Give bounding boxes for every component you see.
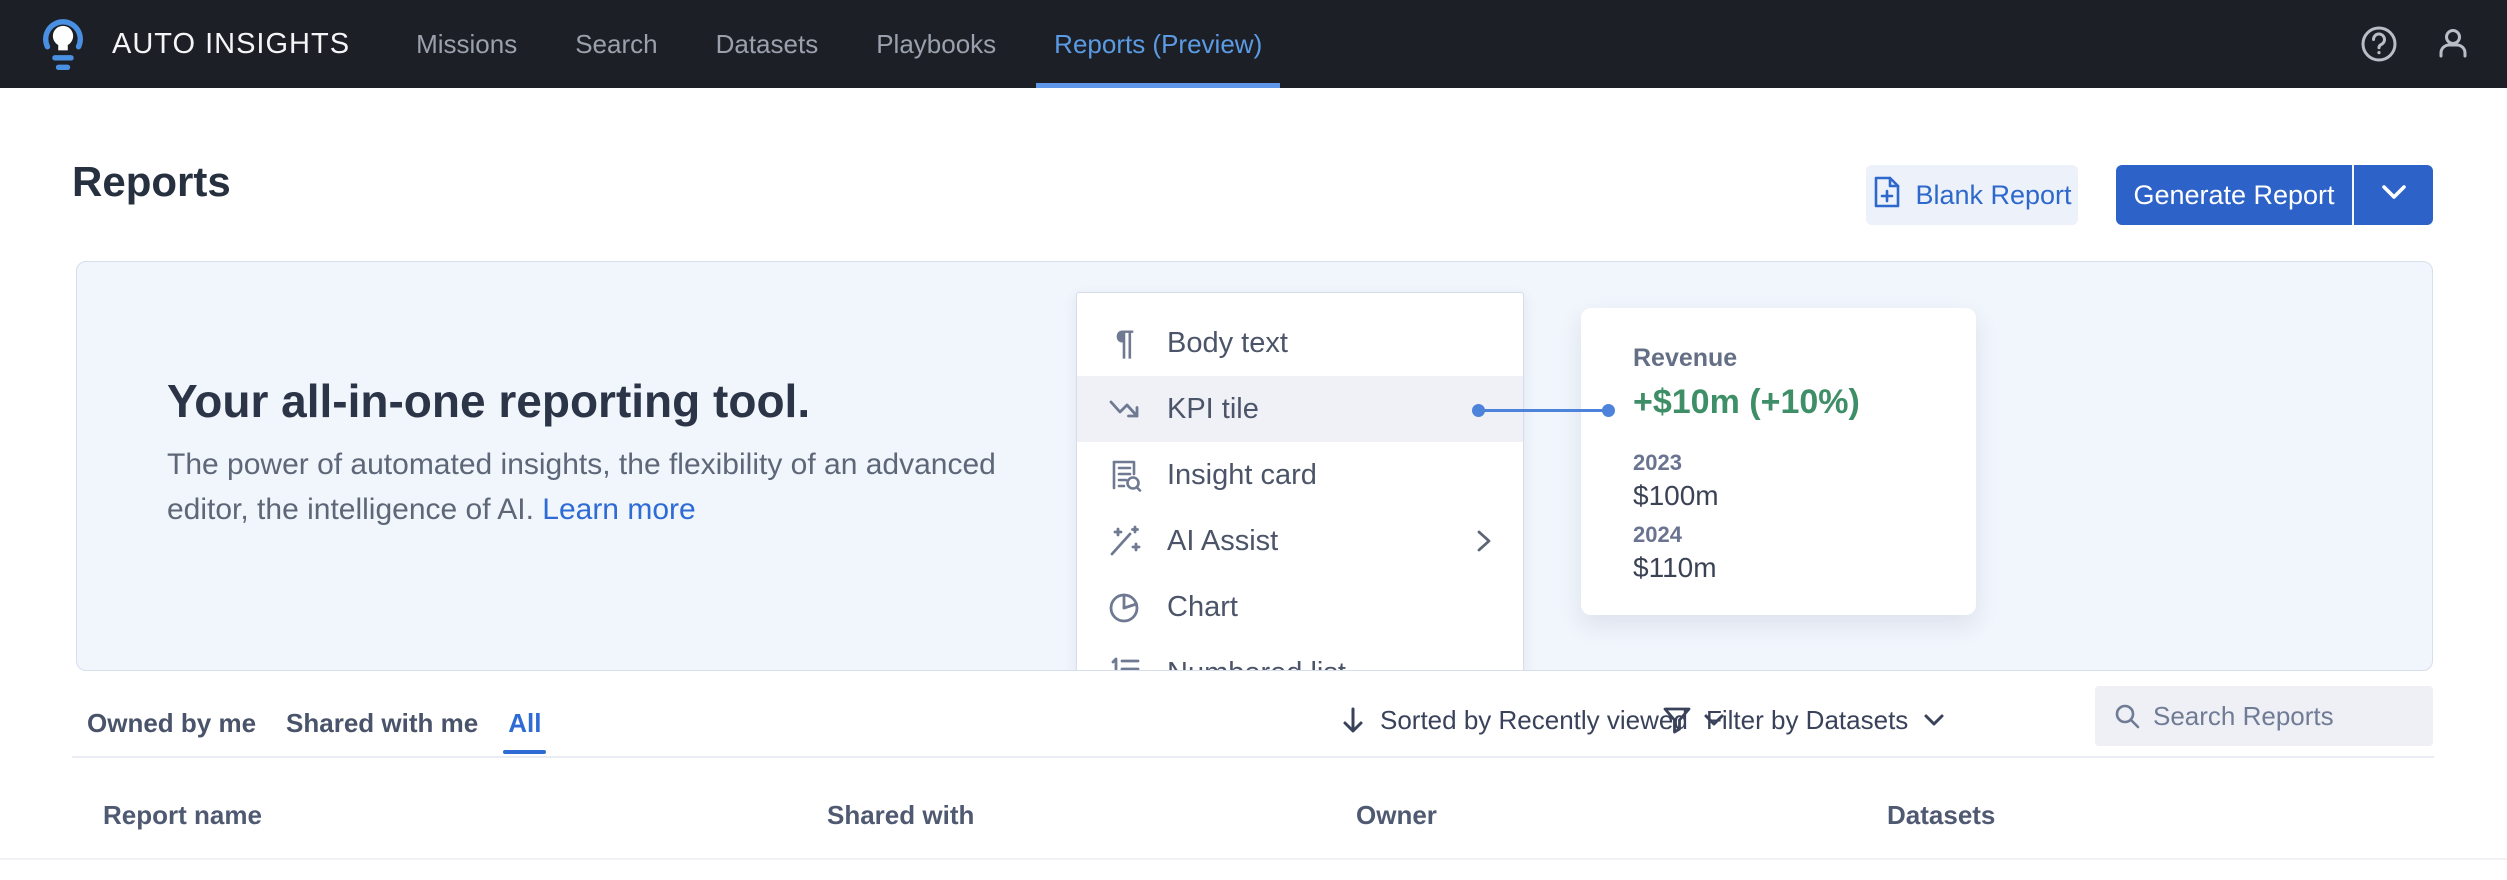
search-input[interactable] [2153, 701, 2415, 732]
menu-item-label: Body text [1167, 327, 1288, 360]
kpi-entry-value: $100m [1633, 480, 1946, 512]
kpi-entry-value: $110m [1633, 552, 1946, 584]
chevron-down-icon [2378, 183, 2410, 208]
tab-owned-by-me[interactable]: Owned by me [72, 690, 271, 756]
brand-name: AUTO INSIGHTS [112, 28, 350, 61]
navbar-right [2359, 24, 2473, 64]
hero-banner: Your all-in-one reporting tool. The powe… [76, 261, 2433, 671]
sort-label: Sorted by Recently viewed [1380, 705, 1688, 736]
top-navbar: AUTO INSIGHTS Missions Search Datasets P… [0, 0, 2507, 88]
auto-insights-app: AUTO INSIGHTS Missions Search Datasets P… [0, 0, 2507, 880]
filter-control[interactable]: Filter by Datasets [1662, 690, 1946, 750]
numbered-list-icon [1107, 655, 1143, 671]
pilcrow-icon: ¶ [1107, 325, 1143, 361]
chevron-down-icon [1922, 712, 1946, 728]
page-title: Reports [72, 158, 231, 206]
nav-links: Missions Search Datasets Playbooks Repor… [412, 0, 1266, 88]
kpi-change-value: +$10m (+10%) [1633, 383, 1946, 422]
report-tabs: Owned by me Shared with me All [72, 690, 556, 756]
search-reports-box [2095, 686, 2433, 746]
connector-dot-start [1472, 404, 1485, 417]
blank-report-button[interactable]: Blank Report [1866, 165, 2078, 225]
connector-line [1478, 409, 1608, 412]
tab-shared-with-me[interactable]: Shared with me [271, 690, 493, 756]
column-header-report-name: Report name [103, 800, 262, 831]
column-header-shared-with: Shared with [827, 800, 974, 831]
trend-line-icon [1107, 391, 1143, 427]
blank-report-label: Blank Report [1915, 180, 2071, 211]
help-icon[interactable] [2359, 24, 2399, 64]
kpi-example-card: Revenue +$10m (+10%) 2023 $100m 2024 $11… [1581, 308, 1976, 615]
insert-menu-panel: ¶ Body text KPI tile [1076, 292, 1524, 671]
connector-dot-end [1602, 404, 1615, 417]
generate-report-split-button: Generate Report [2116, 165, 2433, 225]
document-add-icon [1872, 175, 1902, 216]
table-header-divider [0, 858, 2507, 860]
menu-item-ai-assist: AI Assist [1077, 508, 1523, 574]
kpi-entry-year: 2023 [1633, 450, 1946, 476]
filter-label: Filter by Datasets [1706, 705, 1908, 736]
kpi-title: Revenue [1633, 344, 1946, 373]
menu-item-label: AI Assist [1167, 525, 1278, 558]
insight-card-icon [1107, 457, 1143, 493]
search-icon [2113, 702, 2141, 730]
brand[interactable]: AUTO INSIGHTS [34, 11, 350, 78]
nav-item-playbooks[interactable]: Playbooks [872, 0, 1000, 88]
magic-wand-icon [1107, 523, 1143, 559]
menu-item-label: Insight card [1167, 459, 1317, 492]
column-header-datasets: Datasets [1887, 800, 1995, 831]
nav-item-search[interactable]: Search [571, 0, 661, 88]
hero-description: The power of automated insights, the fle… [167, 442, 1017, 532]
tabs-divider [72, 756, 2434, 758]
menu-item-insight-card: Insight card [1077, 442, 1523, 508]
generate-report-button[interactable]: Generate Report [2116, 165, 2354, 225]
kpi-entries: 2023 $100m 2024 $110m [1633, 450, 1946, 584]
kpi-entry-year: 2024 [1633, 522, 1946, 548]
lightbulb-logo-icon [34, 11, 92, 78]
generate-report-dropdown-button[interactable] [2354, 165, 2433, 225]
learn-more-link[interactable]: Learn more [542, 493, 695, 526]
nav-item-reports-preview[interactable]: Reports (Preview) [1050, 0, 1266, 88]
nav-item-datasets[interactable]: Datasets [712, 0, 823, 88]
user-icon[interactable] [2433, 24, 2473, 64]
tab-all[interactable]: All [493, 690, 556, 756]
nav-item-missions[interactable]: Missions [412, 0, 521, 88]
menu-item-label: KPI tile [1167, 393, 1259, 426]
menu-item-label: Chart [1167, 591, 1238, 624]
menu-item-label: Numbered list [1167, 657, 1346, 672]
generate-report-label: Generate Report [2133, 180, 2334, 211]
column-header-owner: Owner [1356, 800, 1437, 831]
menu-item-body-text: ¶ Body text [1077, 310, 1523, 376]
menu-item-chart: Chart [1077, 574, 1523, 640]
pie-chart-icon [1107, 589, 1143, 625]
hero-heading: Your all-in-one reporting tool. [167, 374, 810, 428]
menu-item-kpi-tile: KPI tile [1077, 376, 1523, 442]
arrow-down-icon [1340, 705, 1366, 735]
menu-item-numbered-list: Numbered list [1077, 640, 1523, 671]
funnel-icon [1662, 705, 1692, 735]
chevron-right-icon [1475, 527, 1493, 555]
